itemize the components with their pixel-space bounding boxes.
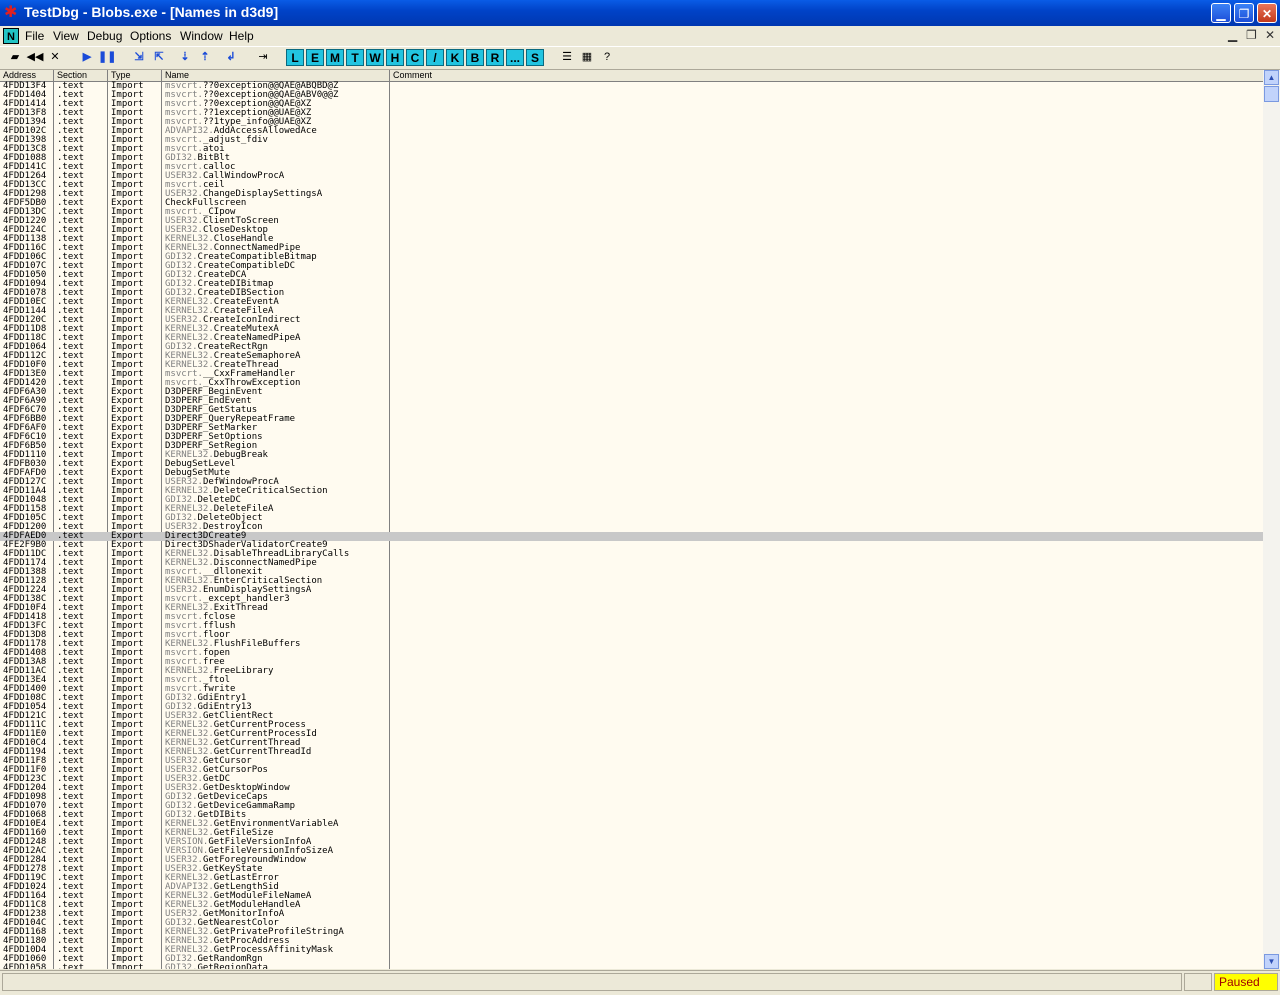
modules-window-button[interactable]: E	[306, 49, 324, 66]
mdi-restore-button[interactable]: ❐	[1246, 28, 1257, 42]
windows-window-button[interactable]: W	[366, 49, 384, 66]
status-state: Paused	[1214, 973, 1278, 991]
bug-icon: ✱	[4, 4, 18, 21]
menu-view[interactable]: View	[53, 29, 79, 43]
status-bar: Paused	[0, 970, 1280, 995]
table-row[interactable]: 4FDD1058 .text Import GDI32.GetRegionData	[0, 963, 1263, 970]
pause-icon[interactable]: ❚❚	[98, 49, 116, 66]
run-icon[interactable]: ▶	[78, 49, 96, 66]
cell-type: Import	[111, 963, 144, 970]
references-window-button[interactable]: R	[486, 49, 504, 66]
handles-window-button[interactable]: H	[386, 49, 404, 66]
grid-icon[interactable]: ▦	[578, 49, 596, 66]
title-bar: ✱ TestDbg - Blobs.exe - [Names in d3d9] …	[0, 0, 1280, 26]
patches-window-button[interactable]: /	[426, 49, 444, 66]
breakpoints-window-button[interactable]: B	[466, 49, 484, 66]
menu-options[interactable]: Options	[130, 29, 171, 43]
go-to-icon[interactable]: ⇥	[254, 49, 272, 66]
call-stack-window-button[interactable]: K	[446, 49, 464, 66]
cell-section: .text	[57, 963, 85, 970]
scroll-thumb[interactable]	[1264, 86, 1279, 102]
column-section[interactable]: Section	[54, 70, 108, 81]
table-rows: 4FDD13F4 .text Import msvcrt.??0exception@@…	[0, 82, 1263, 969]
scroll-down-button[interactable]: ▼	[1264, 954, 1279, 969]
minimize-button[interactable]: ▁	[1211, 3, 1231, 23]
cpu-window-button[interactable]: C	[406, 49, 424, 66]
cell-name-symbol: GetRegionData	[197, 963, 268, 970]
menu-debug[interactable]: Debug	[87, 29, 122, 43]
column-comment[interactable]: Comment	[390, 70, 1263, 81]
trace-into-icon[interactable]: ⇣	[176, 49, 194, 66]
mdi-close-button[interactable]: ✕	[1265, 28, 1275, 42]
rewind-icon[interactable]: ◀◀	[26, 49, 44, 66]
list-icon[interactable]: ☰	[558, 49, 576, 66]
menu-window[interactable]: Window	[180, 29, 223, 43]
menu-file[interactable]: File	[25, 29, 44, 43]
window-title: TestDbg - Blobs.exe - [Names in d3d9]	[24, 4, 279, 20]
threads-window-button[interactable]: T	[346, 49, 364, 66]
status-message	[2, 973, 1182, 991]
step-over-icon[interactable]: ⇱	[150, 49, 168, 66]
folder-open-icon[interactable]: ▰	[6, 49, 24, 66]
mdi-minimize-button[interactable]: ▁	[1228, 28, 1237, 42]
scroll-up-button[interactable]: ▲	[1264, 70, 1279, 85]
cell-address: 4FDD1058	[3, 963, 47, 970]
trace-over-icon[interactable]: ⇡	[196, 49, 214, 66]
menu-bar: N File View Debug Options Window Help ▁ …	[0, 26, 1280, 46]
cell-name: GDI32.GetRegionData	[165, 963, 268, 970]
close-button[interactable]: ✕	[1257, 3, 1277, 23]
cell-name-module: GDI32.	[165, 963, 198, 970]
close-icon[interactable]: ✕	[46, 49, 64, 66]
run-trace-window-button[interactable]: ...	[506, 49, 524, 66]
menu-help[interactable]: Help	[229, 29, 254, 43]
help-icon[interactable]: ?	[598, 49, 616, 66]
restore-button[interactable]: ❐	[1234, 3, 1254, 23]
execute-till-return-icon[interactable]: ↲	[222, 49, 240, 66]
log-window-button[interactable]: L	[286, 49, 304, 66]
step-into-icon[interactable]: ⇲	[130, 49, 148, 66]
status-blank	[1184, 973, 1212, 991]
mdi-child-icon[interactable]: N	[3, 28, 19, 44]
toolbar: ▰ ◀◀ ✕ ▶ ❚❚ ⇲ ⇱ ⇣ ⇡ ↲ ⇥ L E M T W H C / …	[0, 46, 1280, 70]
vertical-scrollbar[interactable]: ▲ ▼	[1263, 70, 1280, 969]
column-address[interactable]: Address	[0, 70, 54, 81]
source-window-button[interactable]: S	[526, 49, 544, 66]
names-table[interactable]: Address Section Type Name Comment 4FDD13…	[0, 70, 1263, 969]
memory-window-button[interactable]: M	[326, 49, 344, 66]
column-name[interactable]: Name	[162, 70, 390, 81]
column-type[interactable]: Type	[108, 70, 162, 81]
